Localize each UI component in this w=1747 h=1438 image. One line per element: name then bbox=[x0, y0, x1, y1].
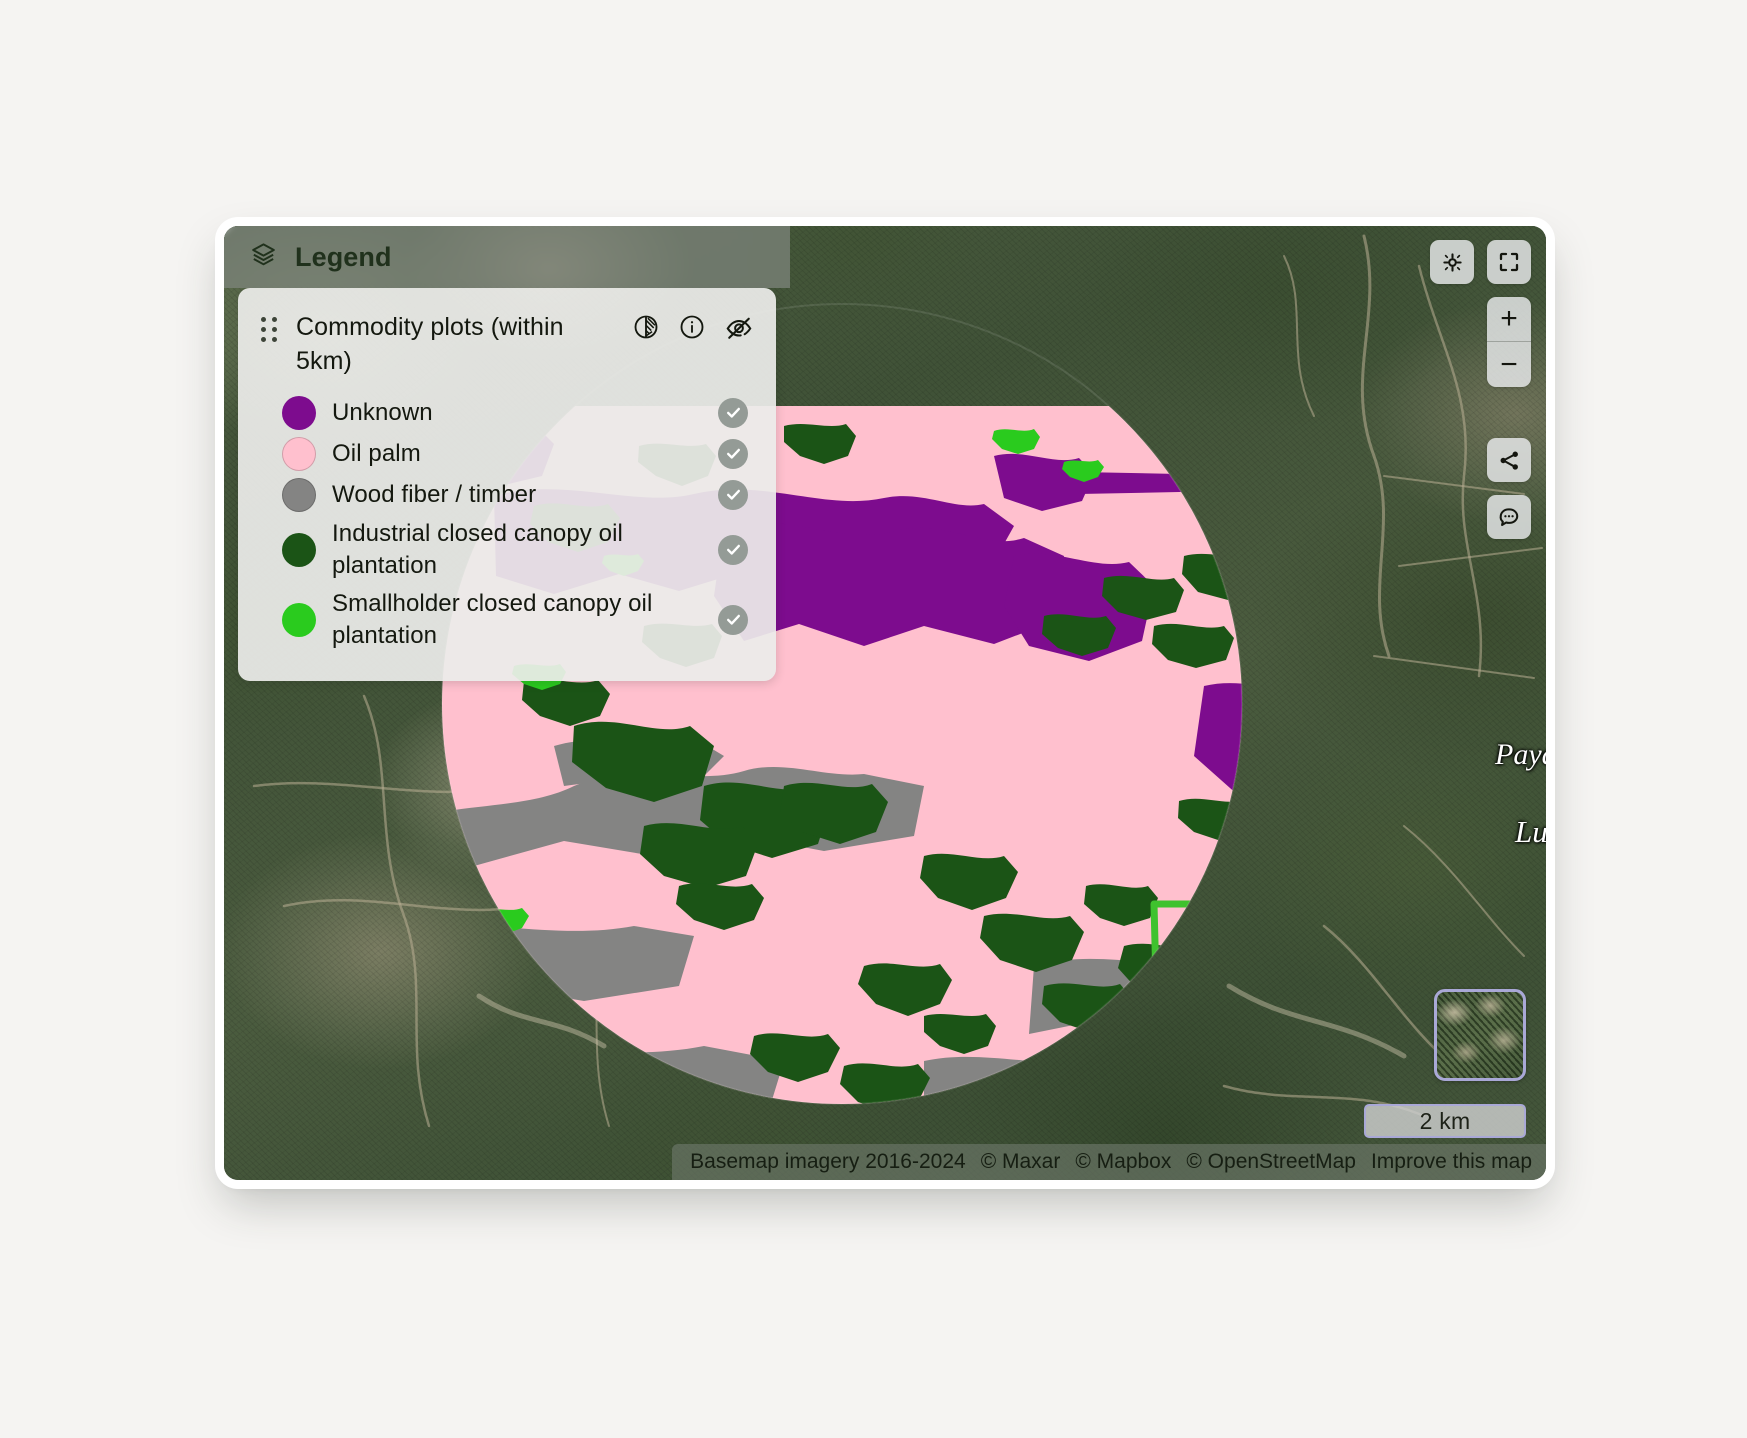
feedback-button[interactable] bbox=[1487, 495, 1531, 539]
opacity-icon[interactable] bbox=[632, 313, 660, 348]
check-icon bbox=[726, 614, 740, 625]
legend-item-smallholder-plantation[interactable]: Smallholder closed canopy oil plantation bbox=[260, 585, 754, 655]
zoom-out-button[interactable]: − bbox=[1487, 342, 1531, 387]
map-secondary-controls bbox=[1487, 438, 1531, 539]
legend-layer-card: Commodity plots (within 5km) Unknown Oil… bbox=[238, 288, 776, 681]
fullscreen-button[interactable] bbox=[1487, 240, 1531, 284]
share-icon bbox=[1500, 451, 1518, 470]
fullscreen-icon bbox=[1499, 252, 1519, 272]
map-attribution: Basemap imagery 2016-2024 © Maxar © Mapb… bbox=[672, 1144, 1546, 1180]
recenter-button[interactable] bbox=[1430, 240, 1474, 284]
layers-icon bbox=[250, 241, 277, 273]
legend-checkbox-smallholder-plantation[interactable] bbox=[718, 604, 748, 635]
legend-swatch-smallholder-plantation bbox=[282, 602, 316, 637]
legend-checkbox-industrial-plantation[interactable] bbox=[718, 534, 748, 565]
chat-icon bbox=[1499, 508, 1519, 527]
legend-panel: Legend Commodity plots (within 5km) Unkn… bbox=[224, 226, 790, 681]
legend-item-oil-palm[interactable]: Oil palm bbox=[260, 433, 754, 474]
drag-handle-icon[interactable] bbox=[260, 308, 278, 342]
legend-layer-actions bbox=[632, 308, 754, 348]
legend-layer-head: Commodity plots (within 5km) bbox=[260, 308, 754, 378]
share-button[interactable] bbox=[1487, 438, 1531, 482]
recenter-icon bbox=[1442, 252, 1462, 272]
map-controls-row bbox=[1430, 240, 1531, 284]
legend-item-unknown[interactable]: Unknown bbox=[260, 392, 754, 433]
legend-swatch-industrial-plantation bbox=[282, 532, 316, 567]
legend-title: Legend bbox=[295, 241, 392, 272]
attribution-osm[interactable]: © OpenStreetMap bbox=[1186, 1150, 1356, 1174]
check-icon bbox=[726, 448, 740, 459]
eye-off-icon[interactable] bbox=[724, 313, 754, 348]
zoom-in-button[interactable]: + bbox=[1487, 297, 1531, 342]
legend-checkbox-wood-fiber[interactable] bbox=[718, 479, 748, 510]
legend-checkbox-unknown[interactable] bbox=[718, 397, 748, 428]
legend-item-wood-fiber[interactable]: Wood fiber / timber bbox=[260, 474, 754, 515]
check-icon bbox=[726, 489, 740, 500]
map-controls: + − bbox=[1430, 240, 1531, 387]
app-root: Payah Lung bbox=[0, 0, 1747, 1438]
legend-item-label: Oil palm bbox=[332, 439, 421, 467]
legend-checkbox-oil-palm[interactable] bbox=[718, 438, 748, 469]
legend-item-industrial-plantation[interactable]: Industrial closed canopy oil plantation bbox=[260, 515, 754, 585]
attribution-maxar[interactable]: © Maxar bbox=[981, 1150, 1061, 1174]
legend-swatch-wood-fiber bbox=[282, 477, 316, 512]
map-card: Payah Lung bbox=[224, 226, 1546, 1180]
legend-item-label: Industrial closed canopy oil plantation bbox=[332, 520, 623, 579]
legend-swatch-unknown bbox=[282, 395, 316, 430]
zoom-controls: + − bbox=[1487, 297, 1531, 387]
legend-swatch-oil-palm bbox=[282, 436, 316, 471]
scale-bar: 2 km bbox=[1364, 1104, 1526, 1138]
legend-item-label: Wood fiber / timber bbox=[332, 480, 537, 508]
legend-header: Legend bbox=[224, 226, 790, 288]
legend-layer-title: Commodity plots (within 5km) bbox=[296, 313, 564, 375]
minimap-thumbnail[interactable] bbox=[1434, 989, 1526, 1081]
legend-item-label: Unknown bbox=[332, 398, 433, 426]
legend-items: Unknown Oil palm Wood fiber / timber Ind… bbox=[260, 392, 754, 655]
map-viewport[interactable]: Payah Lung bbox=[224, 226, 1546, 1180]
attribution-basemap: Basemap imagery 2016-2024 bbox=[690, 1150, 966, 1173]
attribution-improve-map[interactable]: Improve this map bbox=[1371, 1150, 1532, 1174]
check-icon bbox=[726, 545, 740, 556]
check-icon bbox=[726, 407, 740, 418]
legend-item-label: Smallholder closed canopy oil plantation bbox=[332, 589, 653, 649]
info-icon[interactable] bbox=[678, 313, 706, 348]
attribution-mapbox[interactable]: © Mapbox bbox=[1075, 1150, 1171, 1174]
